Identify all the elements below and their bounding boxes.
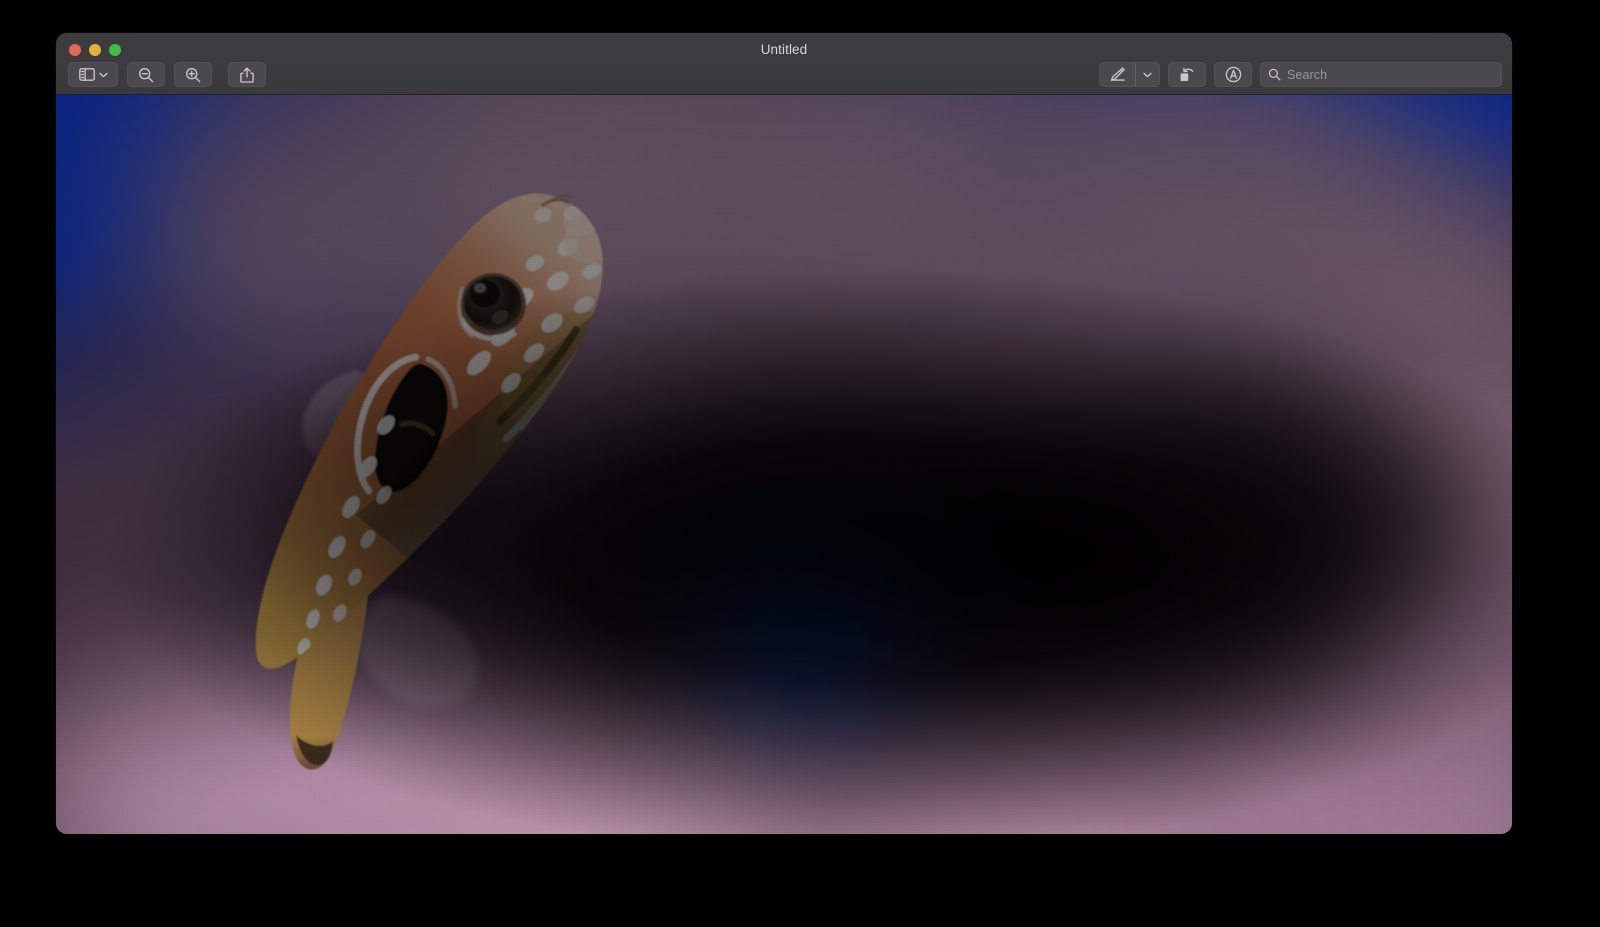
markup-button-group[interactable] <box>1099 62 1160 87</box>
search-input[interactable]: Search <box>1287 68 1327 82</box>
zoom-out-icon <box>138 67 154 83</box>
zoom-in-button[interactable] <box>174 62 212 87</box>
image-grain <box>56 95 1512 834</box>
toolbar-right-group: Search <box>1099 62 1502 87</box>
desktop-background: Untitled <box>0 0 1600 927</box>
rotate-left-icon <box>1179 67 1196 83</box>
chevron-down-icon[interactable] <box>99 72 108 78</box>
sidebar-toggle-button[interactable] <box>68 62 118 87</box>
markup-button[interactable] <box>1100 63 1135 86</box>
window-title: Untitled <box>56 42 1512 57</box>
maximize-button[interactable] <box>109 44 121 56</box>
zoom-in-icon <box>185 67 201 83</box>
image-canvas[interactable] <box>56 95 1512 834</box>
toolbar-left-group <box>68 62 266 87</box>
annotate-button[interactable] <box>1214 62 1252 87</box>
window-titlebar: Untitled <box>56 33 1512 95</box>
rotate-button[interactable] <box>1168 62 1206 87</box>
annotate-icon <box>1225 66 1242 83</box>
minimize-button[interactable] <box>89 44 101 56</box>
search-icon <box>1268 68 1281 81</box>
search-field[interactable]: Search <box>1260 62 1502 87</box>
markup-pen-icon <box>1109 66 1126 83</box>
share-button[interactable] <box>228 62 266 87</box>
share-icon <box>240 67 254 83</box>
traffic-light-controls[interactable] <box>69 44 121 56</box>
chevron-down-icon <box>1143 72 1152 78</box>
markup-menu-button[interactable] <box>1135 63 1159 86</box>
zoom-out-button[interactable] <box>127 62 165 87</box>
close-button[interactable] <box>69 44 81 56</box>
sidebar-icon <box>79 68 95 81</box>
preview-window: Untitled <box>56 33 1512 834</box>
